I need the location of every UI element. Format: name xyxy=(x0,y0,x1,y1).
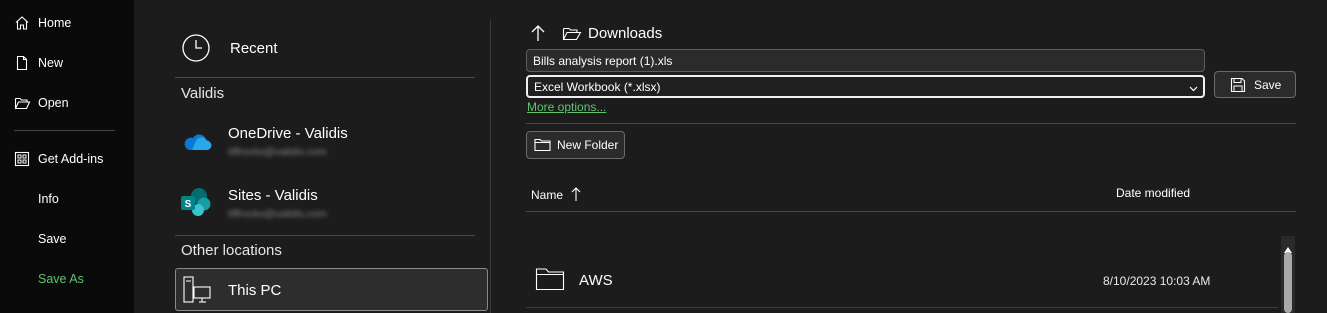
chevron-down-icon xyxy=(1189,82,1198,96)
nav-divider xyxy=(14,130,115,131)
scrollbar-thumb[interactable] xyxy=(1284,252,1292,313)
location-sharepoint-sites[interactable]: S Sites - Validis tiffrocks@validis.com xyxy=(175,185,489,225)
column-header-name[interactable]: Name xyxy=(531,186,581,205)
file-date-modified: 8/10/2023 10:03 AM xyxy=(1103,274,1211,288)
up-arrow-icon[interactable] xyxy=(529,23,547,48)
file-type-select[interactable]: Excel Workbook (*.xlsx) xyxy=(526,75,1205,98)
this-pc-icon xyxy=(182,275,212,310)
nav-open[interactable]: Open xyxy=(0,85,134,121)
add-ins-grid-icon xyxy=(11,148,33,170)
file-name: AWS xyxy=(579,272,613,289)
nav-home[interactable]: Home xyxy=(0,5,134,41)
nav-save-as[interactable]: Save As xyxy=(0,261,134,297)
home-icon xyxy=(11,12,33,34)
svg-text:S: S xyxy=(185,199,192,210)
nav-info[interactable]: Info xyxy=(0,181,134,217)
save-disk-icon xyxy=(1230,77,1246,93)
new-document-icon xyxy=(11,52,33,74)
file-row[interactable]: AWS 8/10/2023 10:03 AM xyxy=(526,258,1278,306)
column-header-date-modified[interactable]: Date modified xyxy=(1116,186,1190,200)
column-divider xyxy=(490,20,491,313)
breadcrumb-folder[interactable]: Downloads xyxy=(588,25,662,42)
onedrive-cloud-icon xyxy=(182,130,212,157)
folder-open-icon xyxy=(562,26,582,47)
location-recent[interactable]: Recent xyxy=(175,28,489,68)
backstage-nav: Home New Open Get Add-ins Info Save Save… xyxy=(0,0,134,313)
nav-new[interactable]: New xyxy=(0,45,134,81)
group-header-validis: Validis xyxy=(181,85,225,102)
sharepoint-icon: S xyxy=(180,187,212,222)
location-onedrive[interactable]: OneDrive - Validis tiffrocks@validis.com xyxy=(175,122,489,162)
new-folder-button[interactable]: New Folder xyxy=(526,131,625,159)
filename-input[interactable]: Bills analysis report (1).xls xyxy=(526,49,1205,72)
more-options-link[interactable]: More options... xyxy=(527,100,606,114)
divider xyxy=(526,211,1296,212)
file-list-scrollbar[interactable] xyxy=(1281,236,1295,313)
divider xyxy=(175,77,475,78)
folder-icon xyxy=(535,267,565,296)
open-folder-icon xyxy=(11,92,33,114)
clock-icon xyxy=(180,32,212,64)
file-type-value: Excel Workbook (*.xlsx) xyxy=(534,79,661,94)
new-folder-icon xyxy=(534,138,551,152)
save-button[interactable]: Save xyxy=(1214,71,1296,98)
location-this-pc[interactable]: This PC xyxy=(175,268,488,311)
divider xyxy=(175,235,475,236)
divider xyxy=(526,123,1296,124)
nav-get-add-ins[interactable]: Get Add-ins xyxy=(0,141,134,177)
group-header-other-locations: Other locations xyxy=(181,242,282,259)
nav-save[interactable]: Save xyxy=(0,221,134,257)
divider xyxy=(526,307,1278,308)
sort-ascending-icon xyxy=(571,186,581,205)
